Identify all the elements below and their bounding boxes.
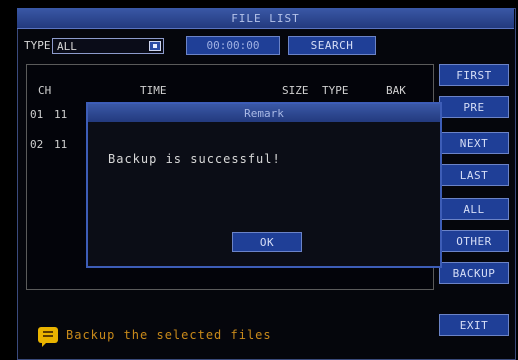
all-button[interactable]: ALL [439,198,509,220]
type-select[interactable]: ALL [52,38,164,54]
dialog-message: Backup is successful! [108,152,281,166]
status-tip: Backup the selected files [66,328,272,342]
col-header-bak: BAK [386,84,406,97]
time-input[interactable]: 00:00:00 [186,36,280,55]
row-time: 11 [54,138,68,151]
pre-button[interactable]: PRE [439,96,509,118]
col-header-size: SIZE [282,84,309,97]
next-button[interactable]: NEXT [439,132,509,154]
remark-dialog: Remark Backup is successful! OK [86,102,442,268]
ok-button[interactable]: OK [232,232,302,252]
col-header-type: TYPE [322,84,349,97]
row-time: 11 [54,108,68,121]
backup-button[interactable]: BACKUP [439,262,509,284]
other-button[interactable]: OTHER [439,230,509,252]
type-label: TYPE [24,39,51,52]
search-button[interactable]: SEARCH [288,36,376,55]
col-header-time: TIME [140,84,167,97]
last-button[interactable]: LAST [439,164,509,186]
dropdown-arrow-icon[interactable] [149,41,161,51]
type-select-value: ALL [57,39,77,53]
row-ch: 02 [30,138,44,151]
row-ch: 01 [30,108,44,121]
exit-button[interactable]: EXIT [439,314,509,336]
col-header-ch: CH [38,84,52,97]
dialog-title: Remark [88,104,440,122]
first-button[interactable]: FIRST [439,64,509,86]
message-icon [38,327,58,347]
window-title: FILE LIST [17,8,514,29]
